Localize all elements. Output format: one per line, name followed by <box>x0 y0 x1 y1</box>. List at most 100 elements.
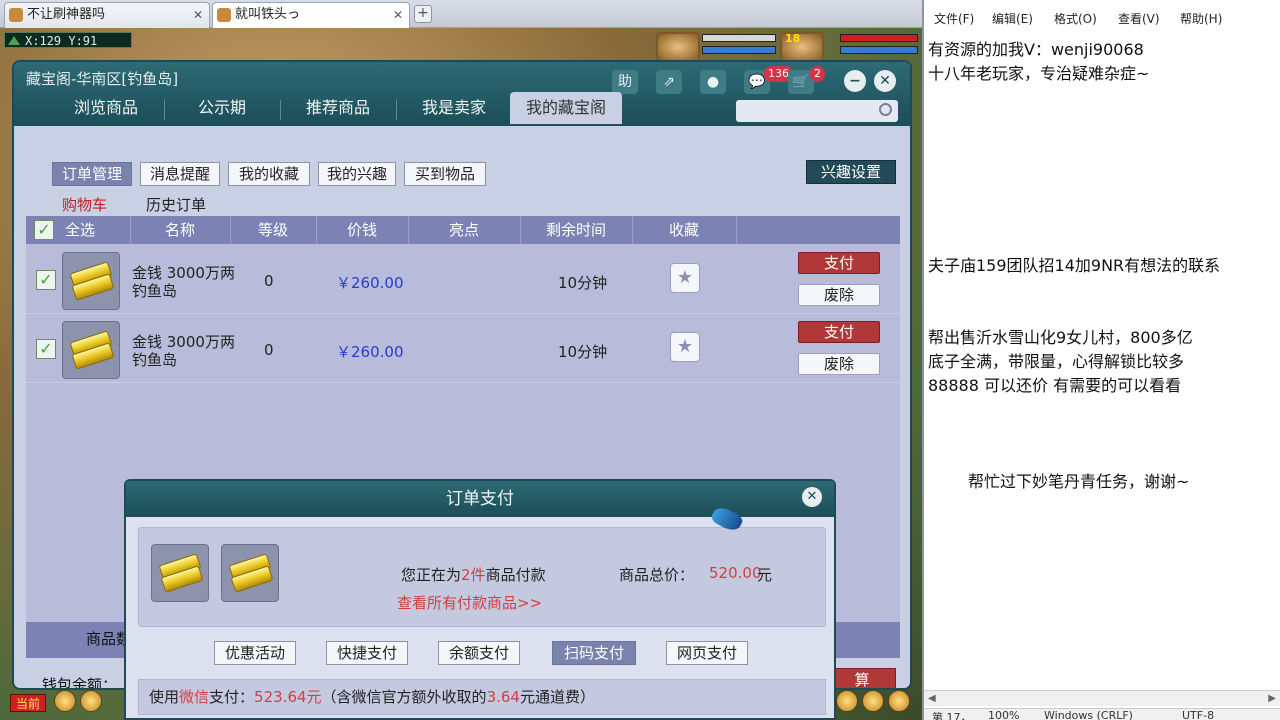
summary-method: 微信 <box>179 688 210 706</box>
wallet-balance-label: 钱包余额： <box>42 676 118 690</box>
tab-purchased-items[interactable]: 买到物品 <box>404 162 486 186</box>
select-all-checkbox[interactable]: ✓ <box>34 220 54 240</box>
window-header: 藏宝阁-华南区[钓鱼岛] 助 ⇗ ● 💬 136 🛒 2 − ✕ 浏览商品 公示… <box>14 62 910 126</box>
map-icon <box>8 36 20 45</box>
item-server: 钓鱼岛 <box>132 351 178 369</box>
system-icon[interactable] <box>862 690 884 712</box>
favorite-star-icon[interactable]: ★ <box>670 263 700 293</box>
summary-note-suffix: 元通道费） <box>519 688 595 706</box>
text-line: 帮出售沂水雪山化9女儿村，800多亿 <box>928 328 1193 347</box>
computer-icon[interactable] <box>888 690 910 712</box>
column-select-all[interactable]: 全选 <box>60 216 100 244</box>
paying-for-text: 您正在为2件商品付款 <box>401 564 546 585</box>
browser-tab-2-title: 就叫铁头っ <box>235 7 301 22</box>
table-row: ✓ 金钱 3000万两 钓鱼岛 0 ￥260.00 10分钟 ★ 支付 废除 <box>26 315 900 383</box>
payment-amount-line: 使用微信支付：523.64元（含微信官方额外收取的3.64元通道费） <box>138 679 826 715</box>
method-promotions[interactable]: 优惠活动 <box>214 641 296 665</box>
history-orders-link[interactable]: 历史订单 <box>146 194 206 215</box>
tab-divider <box>280 100 281 120</box>
gold-ingot-icon <box>221 544 279 602</box>
search-input[interactable] <box>736 100 898 122</box>
item-remaining-time: 10分钟 <box>558 343 608 361</box>
tab-divider <box>164 100 165 120</box>
chat-bubble-icon[interactable] <box>80 690 102 712</box>
text-line: 夫子庙159团队招14加9NR有想法的联系 <box>928 256 1221 275</box>
game-favicon-icon <box>9 8 23 22</box>
pet-hp-bar <box>702 34 776 42</box>
menu-format[interactable]: 格式(O) <box>1054 10 1097 27</box>
close-button[interactable]: ✕ <box>874 70 896 92</box>
view-all-items-link[interactable]: 查看所有付款商品>> <box>397 592 542 613</box>
browser-tab-2[interactable]: 就叫铁头っ ✕ <box>212 2 410 28</box>
column-remaining-time: 剩余时间 <box>545 221 606 239</box>
tab-browse[interactable]: 浏览商品 <box>54 92 158 124</box>
browser-tab-1[interactable]: 不让刷神器吗 ✕ <box>4 2 210 28</box>
tab-close-icon[interactable]: ✕ <box>393 3 403 27</box>
record-icon[interactable]: ● <box>700 70 726 94</box>
emote-icon[interactable] <box>836 690 858 712</box>
menu-bar: 文件(F) 编辑(E) 格式(O) 查看(V) 帮助(H) <box>924 8 1280 30</box>
tab-divider <box>396 100 397 120</box>
pet-mp-bar <box>702 46 776 54</box>
microphone-icon[interactable] <box>54 690 76 712</box>
new-tab-button[interactable]: + <box>414 5 432 23</box>
item-level: 0 <box>264 341 274 359</box>
tab-recommended[interactable]: 推荐商品 <box>286 92 390 124</box>
row-checkbox[interactable]: ✓ <box>36 270 56 290</box>
cursor-position: 第 17， <box>932 711 972 720</box>
item-remaining-time: 10分钟 <box>558 274 608 292</box>
method-balance-pay[interactable]: 余额支付 <box>438 641 520 665</box>
settle-button[interactable]: 算 <box>828 668 896 688</box>
cart-link[interactable]: 购物车 <box>62 194 107 215</box>
horizontal-scrollbar[interactable]: ◀ ▶ <box>924 690 1280 706</box>
player-hp-bar <box>840 34 918 42</box>
column-level: 等级 <box>257 221 288 239</box>
text-line: 十八年老玩家，专治疑难杂症~ <box>928 64 1150 83</box>
tab-publicity[interactable]: 公示期 <box>170 92 274 124</box>
pet-portrait[interactable] <box>656 32 700 62</box>
help-button[interactable]: 助 <box>612 70 638 94</box>
tab-my-interests[interactable]: 我的兴趣 <box>318 162 396 186</box>
delete-button[interactable]: 废除 <box>798 284 880 306</box>
tab-my-favorites[interactable]: 我的收藏 <box>228 162 310 186</box>
pay-button[interactable]: 支付 <box>798 321 880 343</box>
total-price-label: 商品总价： <box>619 566 695 584</box>
item-level: 0 <box>264 272 274 290</box>
menu-edit[interactable]: 编辑(E) <box>992 10 1033 27</box>
gold-ingot-icon[interactable] <box>62 252 120 310</box>
coordinate-text: X:129 Y:91 <box>25 34 98 48</box>
scroll-right-icon[interactable]: ▶ <box>1268 693 1276 704</box>
delete-button[interactable]: 废除 <box>798 353 880 375</box>
column-favorite: 收藏 <box>668 221 699 239</box>
gold-ingot-icon[interactable] <box>62 321 120 379</box>
menu-help[interactable]: 帮助(H) <box>1180 10 1222 27</box>
menu-view[interactable]: 查看(V) <box>1118 10 1160 27</box>
tab-close-icon[interactable]: ✕ <box>193 3 203 27</box>
channel-current-button[interactable]: 当前 <box>10 694 46 712</box>
item-server: 钓鱼岛 <box>132 282 178 300</box>
total-price-value: 520.00 <box>709 564 762 582</box>
close-icon[interactable]: ✕ <box>802 487 822 507</box>
line-ending: Windows (CRLF) <box>1044 709 1133 720</box>
tab-order-management[interactable]: 订单管理 <box>52 162 132 186</box>
pay-button[interactable]: 支付 <box>798 252 880 274</box>
search-icon[interactable] <box>879 103 892 116</box>
interest-settings-button[interactable]: 兴趣设置 <box>806 160 896 184</box>
method-quick-pay[interactable]: 快捷支付 <box>326 641 408 665</box>
tab-my-pavilion[interactable]: 我的藏宝阁 <box>510 92 622 124</box>
minimize-button[interactable]: − <box>844 70 866 92</box>
tab-message-alerts[interactable]: 消息提醒 <box>140 162 220 186</box>
status-bar: 第 17， 100% Windows (CRLF) UTF-8 <box>924 708 1280 720</box>
summary-fee: 3.64 <box>486 688 520 706</box>
menu-file[interactable]: 文件(F) <box>934 10 974 27</box>
method-qr-pay[interactable]: 扫码支付 <box>552 641 636 665</box>
favorite-star-icon[interactable]: ★ <box>670 332 700 362</box>
method-web-pay[interactable]: 网页支付 <box>666 641 748 665</box>
share-icon[interactable]: ⇗ <box>656 70 682 94</box>
summary-mid: 支付： <box>209 688 255 706</box>
summary-note-prefix: （含微信官方额外收取的 <box>321 688 487 706</box>
scroll-left-icon[interactable]: ◀ <box>928 693 936 704</box>
tab-seller[interactable]: 我是卖家 <box>402 92 506 124</box>
row-checkbox[interactable]: ✓ <box>36 339 56 359</box>
column-highlights: 亮点 <box>448 221 479 239</box>
